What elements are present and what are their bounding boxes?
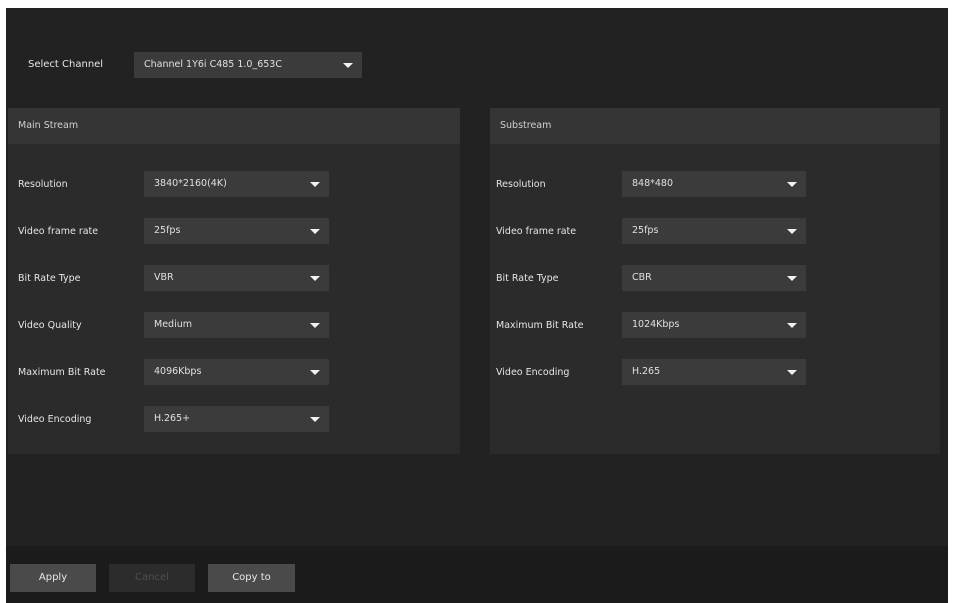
main-max-bit-rate-select[interactable]: 4096Kbps [144,359,329,385]
sub-frame-rate-label: Video frame rate [496,226,577,237]
main-video-quality-select[interactable]: Medium [144,312,329,338]
chevron-down-icon [787,182,797,187]
chevron-down-icon [343,63,353,68]
main-video-encoding-select[interactable]: H.265+ [144,406,329,432]
chevron-down-icon [310,370,320,375]
sub-max-bit-rate-value: 1024Kbps [632,319,680,330]
sub-bit-rate-type-select[interactable]: CBR [622,265,806,291]
substream-header: Substream [490,108,940,144]
sub-video-encoding-value: H.265 [632,366,661,377]
main-frame-rate-value: 25fps [154,225,181,236]
main-bit-rate-type-select[interactable]: VBR [144,265,329,291]
sub-resolution-select[interactable]: 848*480 [622,171,806,197]
channel-select[interactable]: Channel 1Y6i C485 1.0_653C [134,52,362,78]
chevron-down-icon [310,229,320,234]
sub-resolution-label: Resolution [496,179,546,190]
chevron-down-icon [787,323,797,328]
main-video-encoding-value: H.265+ [154,413,191,424]
main-bit-rate-type-label: Bit Rate Type [18,273,81,284]
select-channel-label: Select Channel [28,59,104,70]
main-video-quality-label: Video Quality [18,320,82,331]
substream-title: Substream [500,120,552,131]
cancel-button[interactable]: Cancel [109,564,195,592]
chevron-down-icon [787,276,797,281]
channel-row: Select Channel Channel 1Y6i C485 1.0_653… [6,52,948,82]
main-resolution-select[interactable]: 3840*2160(4K) [144,171,329,197]
sub-max-bit-rate-select[interactable]: 1024Kbps [622,312,806,338]
main-resolution-label: Resolution [18,179,68,190]
main-frame-rate-label: Video frame rate [18,226,99,237]
chevron-down-icon [787,229,797,234]
sub-resolution-value: 848*480 [632,178,674,189]
chevron-down-icon [310,417,320,422]
footer-bar: Apply Cancel Copy to [6,546,948,603]
main-frame-rate-select[interactable]: 25fps [144,218,329,244]
channel-select-value: Channel 1Y6i C485 1.0_653C [144,59,282,70]
apply-button[interactable]: Apply [10,564,96,592]
main-bit-rate-type-value: VBR [154,272,174,283]
main-max-bit-rate-label: Maximum Bit Rate [18,367,106,378]
main-stream-title: Main Stream [18,120,79,131]
main-resolution-value: 3840*2160(4K) [154,178,227,189]
sub-video-encoding-select[interactable]: H.265 [622,359,806,385]
sub-bit-rate-type-label: Bit Rate Type [496,273,559,284]
main-video-encoding-label: Video Encoding [18,414,92,425]
stream-settings-window: Select Channel Channel 1Y6i C485 1.0_653… [6,8,948,603]
sub-video-encoding-label: Video Encoding [496,367,570,378]
sub-max-bit-rate-label: Maximum Bit Rate [496,320,584,331]
chevron-down-icon [310,276,320,281]
main-stream-panel: Main Stream Resolution 3840*2160(4K) Vid… [8,108,460,454]
substream-panel: Substream Resolution 848*480 Video frame… [490,108,940,454]
copy-to-button[interactable]: Copy to [208,564,295,592]
sub-frame-rate-value: 25fps [632,225,659,236]
chevron-down-icon [310,323,320,328]
main-video-quality-value: Medium [154,319,192,330]
chevron-down-icon [310,182,320,187]
sub-bit-rate-type-value: CBR [632,272,652,283]
main-stream-header: Main Stream [8,108,460,144]
chevron-down-icon [787,370,797,375]
main-max-bit-rate-value: 4096Kbps [154,366,202,377]
sub-frame-rate-select[interactable]: 25fps [622,218,806,244]
